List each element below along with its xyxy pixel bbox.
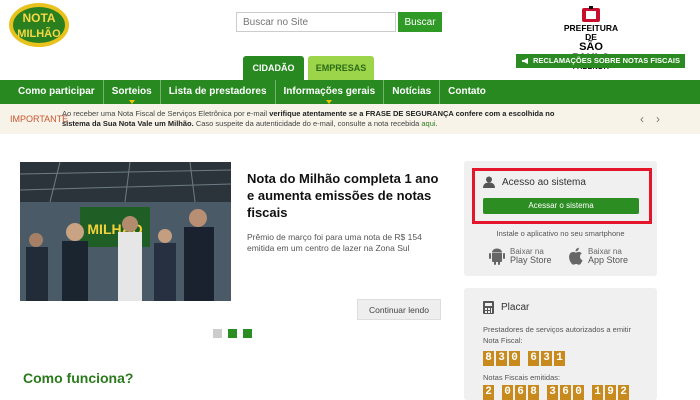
counter-digit: 3 — [547, 385, 558, 400]
counter-digit: 6 — [560, 385, 571, 400]
app-store-link[interactable]: Baixar na App Store — [568, 247, 628, 265]
play-store-label: Play Store — [510, 255, 552, 265]
main-nav: Como participar Sorteios Lista de presta… — [0, 80, 700, 104]
tab-empresas[interactable]: EMPRESAS — [308, 56, 374, 80]
nav-item-contato[interactable]: Contato — [440, 80, 494, 104]
notice-link[interactable]: aqui — [421, 119, 435, 128]
access-title: Acesso ao sistema — [483, 176, 586, 188]
chevron-left-icon[interactable]: ‹ — [640, 112, 644, 126]
notice-label: IMPORTANTE — [10, 114, 69, 124]
carousel-dot[interactable] — [243, 329, 252, 338]
nota-do-milhao-logo[interactable]: NOTA MILHÃO — [8, 2, 70, 48]
counter-separator — [496, 385, 500, 400]
important-notice: IMPORTANTE Ao receber uma Nota Fiscal de… — [0, 104, 700, 134]
counter-digit: 3 — [541, 351, 552, 366]
nav-item-sorteios[interactable]: Sorteios — [104, 80, 161, 104]
counter-digit: 9 — [605, 385, 616, 400]
svg-text:NOTA: NOTA — [22, 11, 55, 25]
news-image[interactable]: MILHÃO — [20, 162, 231, 301]
search-bar: Buscar — [236, 12, 442, 32]
counter-separator — [541, 385, 545, 400]
carousel-dots — [213, 329, 252, 338]
user-icon — [483, 176, 495, 188]
counter-digit: 0 — [502, 385, 513, 400]
nav-item-informacoes-gerais[interactable]: Informações gerais — [276, 80, 385, 104]
counter-digit: 8 — [528, 385, 539, 400]
counter-digit: 6 — [515, 385, 526, 400]
section-title: Como funciona? — [23, 370, 134, 386]
access-system-button[interactable]: Acessar o sistema — [483, 198, 639, 214]
nav-item-como-participar[interactable]: Como participar — [10, 80, 104, 104]
counter-digit: 3 — [496, 351, 507, 366]
carousel-dot-active[interactable] — [228, 329, 237, 338]
prefeitura-line1: PREFEITURA DE — [563, 23, 619, 42]
install-app-text: Instale o aplicativo no seu smartphone — [496, 229, 625, 238]
chevron-right-icon[interactable]: › — [656, 112, 660, 126]
sp-coat-of-arms-icon — [582, 6, 600, 22]
svg-text:MILHÃO: MILHÃO — [17, 27, 61, 40]
tab-cidadao[interactable]: CIDADÃO — [243, 56, 304, 80]
continue-reading-button[interactable]: Continuar lendo — [357, 299, 441, 320]
play-store-link[interactable]: Baixar na Play Store — [489, 247, 552, 265]
notas-counter: 2 0 6 8 3 6 0 1 9 2 — [483, 385, 629, 400]
carousel-dot[interactable] — [213, 329, 222, 338]
counter-separator — [522, 351, 526, 366]
reclamacoes-label: RECLAMAÇÕES SOBRE NOTAS FISCAIS — [533, 56, 680, 65]
counter-digit: 0 — [573, 385, 584, 400]
nav-item-noticias[interactable]: Notícias — [384, 80, 441, 104]
calculator-icon — [483, 301, 494, 314]
megaphone-icon — [522, 58, 528, 64]
prestadores-counter: 8 3 0 6 3 1 — [483, 351, 565, 366]
news-description: Prêmio de março foi para uma nota de R$ … — [247, 232, 422, 253]
notice-arrows: ‹ › — [640, 112, 660, 126]
counter-digit: 1 — [592, 385, 603, 400]
search-button[interactable]: Buscar — [398, 12, 442, 32]
notice-text: Ao receber uma Nota Fiscal de Serviços E… — [62, 109, 555, 128]
placar-title: Placar — [483, 301, 529, 314]
counter-digit: 2 — [618, 385, 629, 400]
app-store-label: App Store — [588, 255, 629, 265]
counter-digit: 6 — [528, 351, 539, 366]
counter-digit: 8 — [483, 351, 494, 366]
counter-digit: 2 — [483, 385, 494, 400]
nav-item-lista-prestadores[interactable]: Lista de prestadores — [161, 80, 276, 104]
prestadores-text: Prestadores de serviços autorizados a em… — [483, 325, 631, 345]
notas-text: Notas Fiscais emitidas: — [483, 373, 561, 382]
search-input[interactable] — [236, 12, 396, 32]
news-title[interactable]: Nota do Milhão completa 1 ano e aumenta … — [247, 170, 447, 221]
counter-separator — [586, 385, 590, 400]
android-icon — [489, 248, 505, 265]
site-header: NOTA MILHÃO Buscar PREFEITURA DE SÃO PAU… — [0, 0, 700, 80]
reclamacoes-button[interactable]: RECLAMAÇÕES SOBRE NOTAS FISCAIS — [516, 54, 685, 68]
counter-digit: 1 — [554, 351, 565, 366]
counter-digit: 0 — [509, 351, 520, 366]
apple-icon — [569, 247, 583, 265]
